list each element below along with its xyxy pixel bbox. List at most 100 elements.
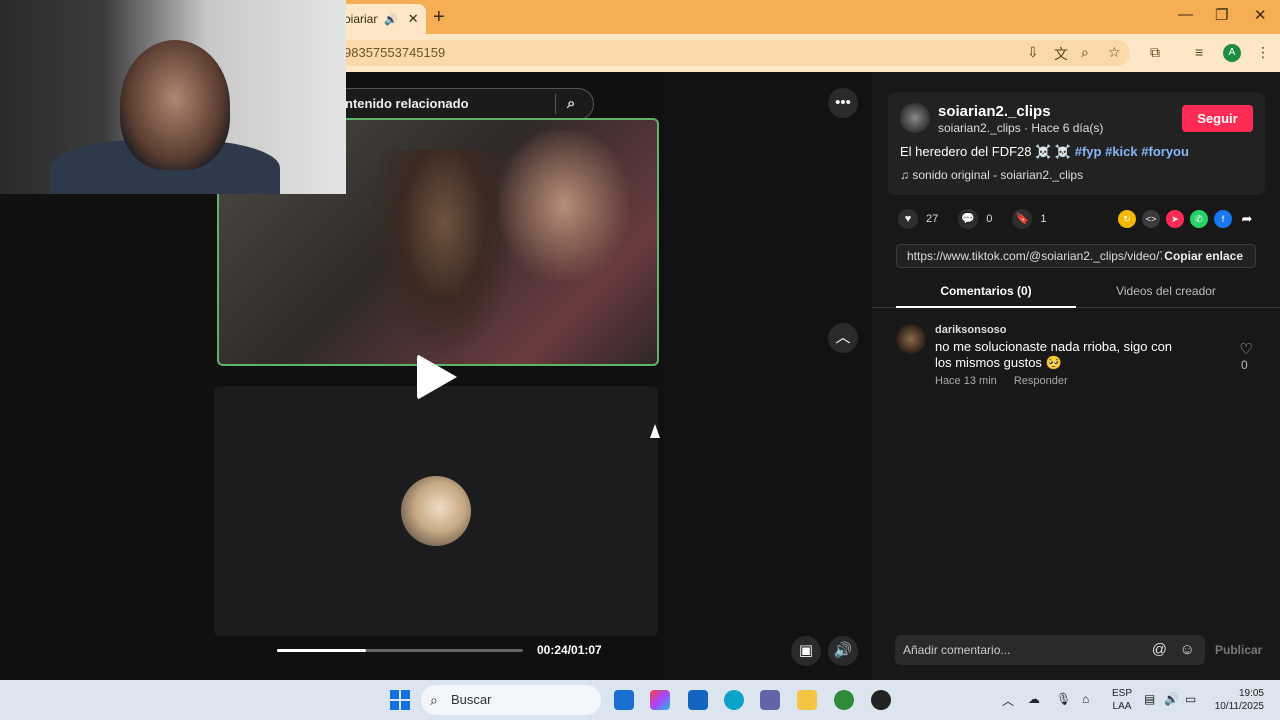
taskbar-search[interactable]: ⌕ Buscar: [421, 685, 601, 715]
mention-icon[interactable]: @: [1152, 635, 1167, 665]
comment-text: no me solucionaste nada rrioba, sigo con…: [935, 339, 1173, 370]
floating-player-icon[interactable]: ▣: [791, 636, 821, 666]
creator-username[interactable]: soiarian2._clips: [938, 103, 1051, 120]
search-divider: [555, 94, 556, 114]
sound-link[interactable]: ♫ sonido original - soiarian2._clips: [900, 168, 1083, 182]
wifi-icon[interactable]: ▤: [1144, 692, 1155, 706]
language-indicator[interactable]: ESP LAA: [1112, 687, 1132, 713]
sound-name: sonido original - soiarian2._clips: [912, 168, 1084, 182]
copy-link-button[interactable]: Copiar enlace: [1164, 249, 1243, 263]
chevron-up-icon[interactable]: ︿: [828, 323, 858, 353]
search-icon[interactable]: ⌕: [567, 89, 575, 119]
comment-heart-icon[interactable]: ♡: [1238, 340, 1254, 358]
address-bar[interactable]: 98357553745159: [330, 40, 1130, 66]
onedrive-icon[interactable]: ☁: [1028, 692, 1040, 706]
mouse-cursor-icon: [650, 424, 660, 438]
bookmark-icon[interactable]: 🔖: [1012, 209, 1033, 229]
facebook-icon[interactable]: f: [1214, 210, 1232, 228]
comment-meta: Hace 13 min Responder: [935, 375, 1082, 387]
emoji-icon[interactable]: ☺: [1180, 635, 1195, 665]
chrome-app-icon[interactable]: [834, 690, 854, 710]
microphone-icon[interactable]: 🎙: [1056, 692, 1071, 706]
description-text: El heredero del FDF28 ☠️ ☠️: [900, 144, 1072, 159]
bookmark-star-icon[interactable]: ☆: [1108, 44, 1121, 61]
install-app-icon[interactable]: ⇩: [1027, 44, 1039, 61]
sound-tray-icon[interactable]: 🔊: [1164, 692, 1179, 706]
comment-count: 0: [986, 213, 993, 225]
reply-button[interactable]: Responder: [1014, 375, 1068, 387]
maximize-button[interactable]: ❐: [1215, 6, 1228, 24]
teams-app-icon[interactable]: [760, 690, 780, 710]
follow-button[interactable]: Seguir: [1182, 105, 1253, 132]
profile-avatar[interactable]: A: [1223, 44, 1241, 62]
copilot-app-icon[interactable]: [650, 690, 670, 710]
tab-creator-videos[interactable]: Videos del creador: [1076, 284, 1256, 298]
comment-like-count: 0: [1241, 358, 1248, 372]
extensions-icon[interactable]: ⧉: [1150, 44, 1160, 61]
commenter-avatar[interactable]: [896, 324, 926, 354]
heart-icon[interactable]: ♥: [898, 209, 918, 229]
video-progress-fill: [277, 649, 366, 652]
send-icon[interactable]: ➤: [1166, 210, 1184, 228]
webcam-face-image: [120, 40, 230, 170]
network-icon[interactable]: ⌂: [1082, 692, 1089, 706]
play-icon[interactable]: [417, 354, 457, 400]
music-note-icon: ♫: [900, 168, 913, 182]
share-link-box: https://www.tiktok.com/@soiarian2._clips…: [896, 244, 1256, 268]
windows-start-icon[interactable]: [390, 690, 410, 710]
share-url[interactable]: https://www.tiktok.com/@soiarian2._clips…: [907, 249, 1162, 263]
close-window-button[interactable]: ✕: [1254, 6, 1267, 24]
publish-button[interactable]: Publicar: [1215, 643, 1262, 657]
hashtag-kick[interactable]: #kick: [1105, 144, 1138, 159]
related-content-search[interactable]: ntenido relacionado ⌕: [330, 88, 594, 120]
comment-author[interactable]: dariksonsoso: [935, 324, 1007, 336]
video-person-image: [369, 150, 519, 360]
video-time: 00:24/01:07: [537, 643, 602, 657]
lang-top: ESP: [1112, 688, 1133, 699]
share-arrow-icon[interactable]: ➦: [1238, 210, 1256, 228]
lang-bottom: LAA: [1112, 701, 1132, 712]
menu-dots-icon[interactable]: ⋮: [1256, 44, 1270, 61]
whatsapp-icon[interactable]: ✆: [1190, 210, 1208, 228]
store-app-icon[interactable]: [614, 690, 634, 710]
writer-app-icon[interactable]: [688, 690, 708, 710]
windows-taskbar: ⌕ Buscar ︿ ☁ 🎙 ⌂ ESP LAA ▤ 🔊 ▭ 19:05 10/…: [0, 680, 1280, 720]
battery-icon[interactable]: ▭: [1185, 692, 1196, 706]
tab-comments[interactable]: Comentarios (0): [896, 284, 1076, 298]
hashtag-fyp[interactable]: #fyp: [1075, 144, 1102, 159]
video-side-gutter: [664, 72, 872, 680]
repost-icon[interactable]: ↻: [1118, 210, 1136, 228]
video-progress-bar[interactable]: [277, 649, 523, 652]
close-tab-icon[interactable]: ✕: [408, 11, 419, 27]
cat-avatar-image: [401, 476, 471, 546]
video-hand-image: [499, 130, 629, 280]
panel-tabs: Comentarios (0) Videos del creador: [872, 280, 1280, 308]
creator-avatar[interactable]: [900, 103, 930, 133]
edge-app-icon[interactable]: [724, 690, 744, 710]
tray-chevron-icon[interactable]: ︿: [1002, 692, 1014, 709]
webcam-overlay: [0, 0, 346, 194]
new-tab-button[interactable]: +: [433, 6, 445, 29]
comment-input[interactable]: Añadir comentario... @ ☺: [895, 635, 1205, 665]
embed-icon[interactable]: <>: [1142, 210, 1160, 228]
volume-icon[interactable]: 🔊: [828, 636, 858, 666]
engagement-row: ♥ 27 💬 0 🔖 1: [898, 208, 1047, 230]
zoom-icon[interactable]: ⌕: [1081, 44, 1089, 61]
comment-time: Hace 13 min: [935, 375, 997, 387]
video-description: El heredero del FDF28 ☠️ ☠️ #fyp #kick #…: [900, 144, 1189, 160]
creator-meta: soiarian2._clips · Hace 6 día(s): [938, 121, 1104, 135]
speaker-icon[interactable]: 🔊: [384, 13, 398, 26]
more-options-icon[interactable]: •••: [828, 88, 858, 118]
search-placeholder: ntenido relacionado: [345, 96, 469, 111]
translate-icon[interactable]: 文: [1054, 44, 1068, 64]
file-explorer-icon[interactable]: [797, 690, 817, 710]
clock-date: 10/11/2025: [1214, 701, 1264, 712]
taskbar-clock[interactable]: 19:05 10/11/2025: [1212, 687, 1264, 713]
tab-title: oiarian2: [344, 12, 378, 26]
comment-icon[interactable]: 💬: [958, 209, 979, 229]
minimize-button[interactable]: —: [1178, 6, 1193, 23]
recorder-app-icon[interactable]: [871, 690, 891, 710]
hashtag-foryou[interactable]: #foryou: [1141, 144, 1189, 159]
share-icons: ↻ <> ➤ ✆ f ➦: [1118, 210, 1256, 228]
media-control-icon[interactable]: ≡: [1195, 44, 1203, 60]
